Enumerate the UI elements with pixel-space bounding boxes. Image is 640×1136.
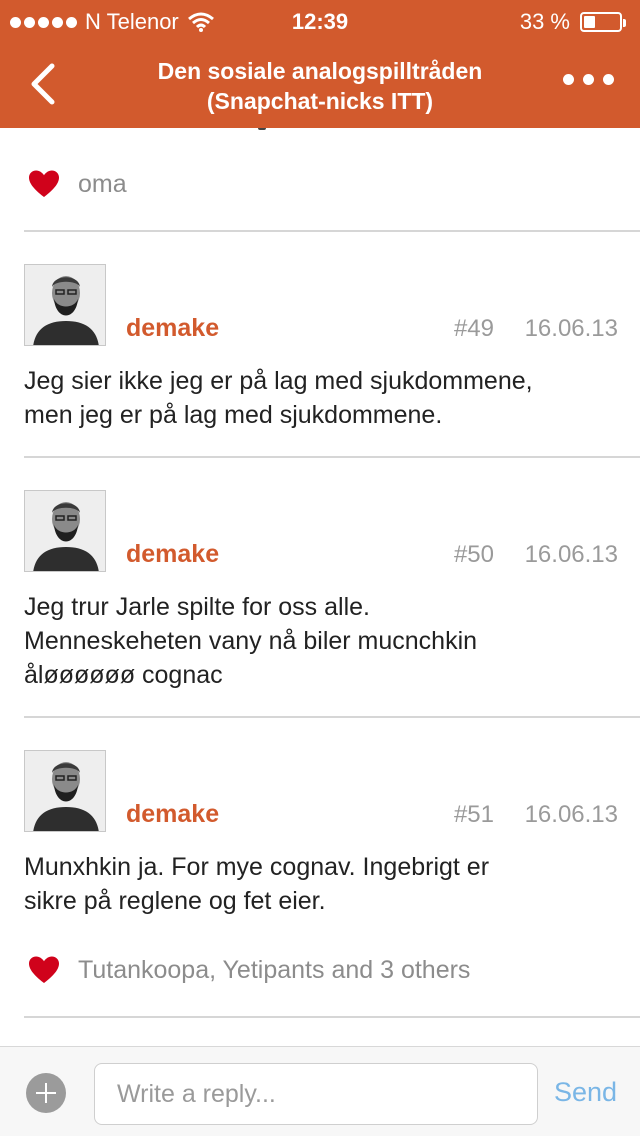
avatar[interactable] (24, 750, 106, 832)
send-button[interactable]: Send (554, 1077, 617, 1108)
nav-bar: Den sosiale analogspilltråden (Snapchat-… (0, 40, 640, 128)
post-body: Munxhkin ja. For mye cognav. Ingebrigt e… (24, 853, 490, 915)
reply-composer: Send (0, 1046, 640, 1136)
portrait-image (25, 491, 105, 571)
post-number[interactable]: #49 (454, 315, 494, 343)
post: demake #49 16.06.13 Jeg sier ikke jeg er… (0, 264, 640, 454)
thread-title-line1: Den sosiale analogspilltråden (157, 58, 483, 84)
post-body: Jeg trur Jarle spilte for oss alle. Menn… (24, 593, 478, 689)
divider (24, 230, 640, 232)
back-button[interactable] (24, 60, 64, 108)
divider (24, 456, 640, 458)
likes-row[interactable]: Tutankoopa, Yetipants and 3 others (0, 950, 640, 990)
post-body: Jeg sier ikke jeg er på lag med sjukdomm… (24, 367, 533, 429)
post: demake #50 16.06.13 Jeg trur Jarle spilt… (0, 490, 640, 712)
battery-icon (580, 12, 626, 32)
divider (24, 716, 640, 718)
avatar[interactable] (24, 264, 106, 346)
post-date: 16.06.13 (524, 541, 618, 568)
more-dots-icon (563, 74, 574, 85)
reply-input[interactable] (94, 1063, 538, 1125)
status-right: 33 % (519, 9, 626, 35)
post: demake #51 16.06.13 Munxhkin ja. For mye… (0, 750, 640, 940)
thread-title: Den sosiale analogspilltråden (Snapchat-… (110, 56, 530, 116)
post-date: 16.06.13 (524, 801, 618, 828)
likes-text: oma (78, 169, 127, 198)
heart-icon (29, 170, 59, 197)
likes-row[interactable]: oma (0, 164, 640, 204)
chevron-left-icon (31, 63, 55, 105)
post-number[interactable]: #50 (454, 541, 494, 569)
post-author[interactable]: demake (126, 540, 219, 569)
post-author[interactable]: demake (126, 314, 219, 343)
battery-fill (584, 16, 595, 28)
status-bar: N Telenor 12:39 33 % (0, 0, 640, 40)
post-date: 16.06.13 (524, 315, 618, 342)
app-header: N Telenor 12:39 33 % Den sosiale analogs… (0, 0, 640, 128)
heart-icon (29, 956, 59, 983)
post-author[interactable]: demake (126, 800, 219, 829)
post-number[interactable]: #51 (454, 801, 494, 829)
divider (24, 1016, 640, 1018)
avatar[interactable] (24, 490, 106, 572)
portrait-image (25, 751, 105, 831)
portrait-image (25, 265, 105, 345)
clipped-text-fragment (258, 128, 266, 130)
add-attachment-button[interactable] (26, 1073, 66, 1113)
post-feed[interactable]: oma demake #49 16.06.13 Jeg sier ikke je… (0, 128, 640, 1046)
more-options-button[interactable] (563, 74, 614, 85)
likes-text: Tutankoopa, Yetipants and 3 others (78, 955, 471, 984)
battery-percent: 33 % (519, 9, 570, 34)
thread-title-line2: (Snapchat-nicks ITT) (206, 88, 434, 114)
